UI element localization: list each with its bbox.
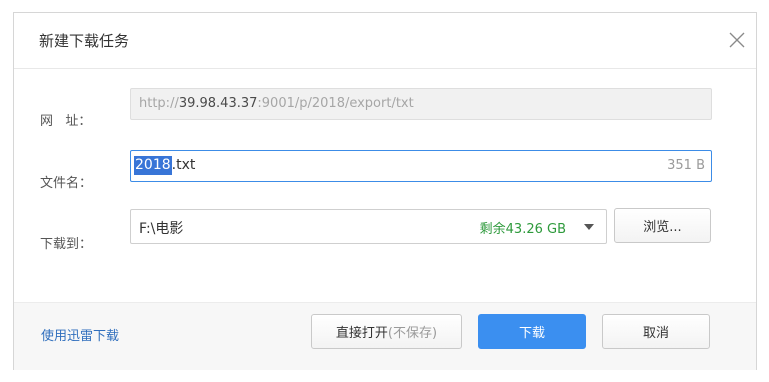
url-host: 39.98.43.37: [178, 96, 258, 111]
caret-down-icon[interactable]: [584, 224, 594, 230]
url-input[interactable]: http://39.98.43.37:9001/p/2018/export/tx…: [130, 88, 712, 120]
xunlei-download-link[interactable]: 使用迅雷下载: [41, 325, 119, 344]
save-path-select[interactable]: F:\电影 剩余43.26 GB: [130, 209, 607, 244]
filename-extension: .txt: [171, 157, 196, 173]
save-to-label: 下载到：: [40, 237, 93, 252]
open-directly-label: 直接打开: [335, 326, 388, 341]
file-size: 351 B: [667, 158, 705, 173]
cancel-button[interactable]: 取消: [602, 314, 710, 349]
url-prefix: http://: [139, 96, 179, 111]
url-suffix: :9001/p/2018/export/txt: [257, 96, 414, 111]
open-directly-note: (不保存): [387, 326, 438, 341]
dialog-titlebar: 新建下载任务: [14, 13, 756, 69]
filename-label: 文件名：: [40, 176, 93, 191]
close-button[interactable]: [720, 25, 754, 55]
close-icon: [729, 32, 745, 48]
dialog-title: 新建下载任务: [39, 32, 130, 50]
filename-input[interactable]: 2018.txt 351 B: [130, 150, 712, 182]
save-path-value: F:\电影: [139, 221, 184, 237]
browse-button[interactable]: 浏览...: [614, 208, 711, 243]
url-label: 网 址：: [40, 114, 92, 129]
filename-selected-text: 2018: [134, 156, 172, 175]
download-button[interactable]: 下载: [478, 314, 586, 349]
free-space-text: 剩余43.26 GB: [479, 222, 566, 237]
open-directly-button[interactable]: 直接打开 (不保存): [311, 314, 462, 349]
